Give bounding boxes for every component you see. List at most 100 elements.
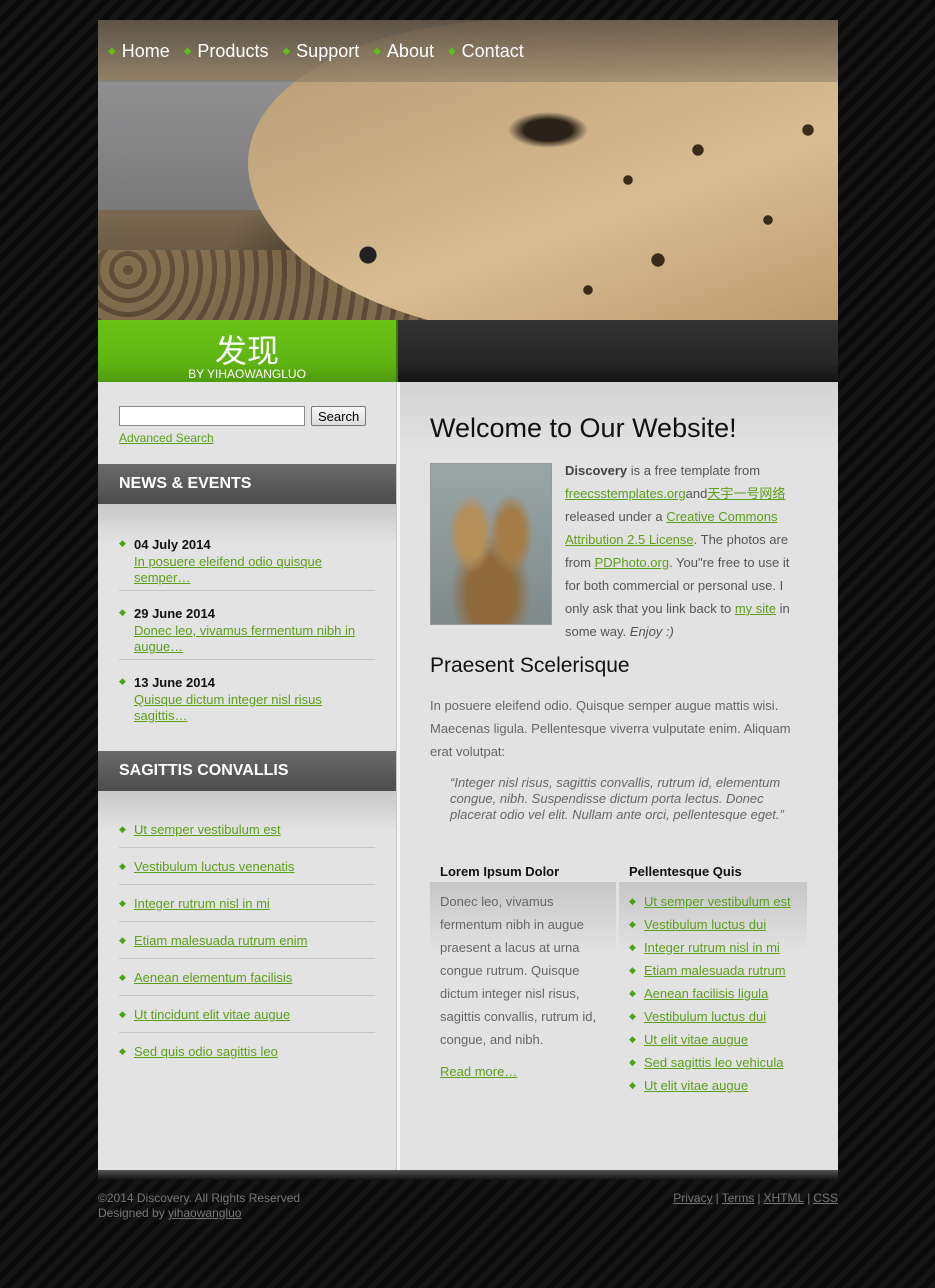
logo-strip-right bbox=[398, 320, 838, 382]
section-paragraph: In posuere eleifend odio. Quisque semper… bbox=[430, 698, 791, 759]
page-title: Welcome to Our Website! bbox=[430, 413, 737, 443]
page-body: Search Advanced Search NEWS & EVENTS ◆ 04… bbox=[98, 382, 838, 1170]
list-item: ◆ Ut elit vitae augue bbox=[629, 1074, 797, 1097]
list-item: ◆ Vestibulum luctus dui bbox=[629, 1005, 797, 1028]
nav-item-support[interactable]: ◆ Support bbox=[282, 20, 359, 82]
separator: | bbox=[715, 1191, 719, 1205]
main-content: Welcome to Our Website! Discovery is a f… bbox=[400, 382, 838, 1170]
blockquote: “Integer nisl risus, sagittis convallis,… bbox=[450, 775, 784, 822]
news-item: ◆ 29 June 2014 Donec leo, vivamus fermentu… bbox=[119, 591, 375, 660]
column-link[interactable]: Ut elit vitae augue bbox=[644, 1078, 748, 1093]
search-input[interactable] bbox=[119, 406, 305, 426]
column-pellentesque: Pellentesque Quis ◆ Ut semper vestibulum … bbox=[619, 854, 807, 1097]
intro-text: is a free template from bbox=[627, 463, 761, 478]
site-wrapper: ◆ Home ◆ Products ◆ Support ◆ About ◆ Contact… bbox=[98, 20, 838, 1220]
copyright-text: ©2014 Discovery. All Rights Reserved bbox=[98, 1191, 301, 1205]
news-link[interactable]: Donec leo, vivamus fermentum nibh in aug… bbox=[134, 623, 375, 655]
column-link[interactable]: Aenean facilisis ligula bbox=[644, 986, 768, 1001]
footer-link-xhtml[interactable]: XHTML bbox=[764, 1191, 805, 1205]
tianyu-link[interactable]: 天宇一号网络 bbox=[707, 486, 785, 501]
nav-item-contact[interactable]: ◆ Contact bbox=[448, 20, 524, 82]
search-button[interactable]: Search bbox=[311, 406, 367, 426]
header-banner: ◆ Home ◆ Products ◆ Support ◆ About ◆ Contact bbox=[98, 20, 838, 320]
sidebar-link[interactable]: Ut tincidunt elit vitae augue bbox=[134, 1007, 290, 1022]
site-byline: BY YIHAOWANGLUO bbox=[188, 367, 306, 381]
sidebar-link[interactable]: Vestibulum luctus venenatis bbox=[134, 859, 294, 874]
pdphoto-link[interactable]: PDPhoto.org bbox=[595, 555, 669, 570]
sidebar-link-item: ◆ Sed quis odio sagittis leo bbox=[119, 1033, 375, 1070]
news-link[interactable]: In posuere eleifend odio quisque semper… bbox=[134, 554, 375, 586]
column-title: Pellentesque Quis bbox=[629, 864, 742, 879]
footer-links: Privacy | Terms | XHTML | CSS bbox=[673, 1191, 838, 1205]
arrow-right-icon: ◆ bbox=[119, 972, 126, 982]
freecsstemplates-link[interactable]: freecsstemplates.org bbox=[565, 486, 686, 501]
footer-link-css[interactable]: CSS bbox=[813, 1191, 838, 1205]
column-link[interactable]: Sed sagittis leo vehicula bbox=[644, 1055, 783, 1070]
arrow-right-icon: ◆ bbox=[629, 965, 636, 975]
footer-credits: ©2014 Discovery. All Rights Reserved Des… bbox=[98, 1191, 300, 1221]
site-title[interactable]: 发现 bbox=[98, 326, 396, 372]
my-site-link[interactable]: my site bbox=[735, 601, 776, 616]
nav-item-about[interactable]: ◆ About bbox=[373, 20, 434, 82]
news-date: 29 June 2014 bbox=[134, 606, 215, 621]
arrow-right-icon: ◆ bbox=[629, 1080, 636, 1090]
list-item: ◆ Ut elit vitae augue bbox=[629, 1028, 797, 1051]
list-item: ◆ Vestibulum luctus dui bbox=[629, 913, 797, 936]
advanced-search-link[interactable]: Advanced Search bbox=[119, 431, 214, 445]
main-nav: ◆ Home ◆ Products ◆ Support ◆ About ◆ Contact bbox=[98, 20, 838, 82]
nav-link-about[interactable]: About bbox=[387, 41, 434, 62]
news-link[interactable]: Quisque dictum integer nisl risus sagitt… bbox=[134, 692, 375, 724]
nav-link-contact[interactable]: Contact bbox=[462, 41, 524, 62]
intro-text: and bbox=[685, 486, 708, 501]
search-form: Search bbox=[119, 406, 367, 426]
nav-item-products[interactable]: ◆ Products bbox=[184, 20, 269, 82]
sidebar-link-item: ◆ Integer rutrum nisl in mi bbox=[119, 885, 375, 922]
column-link[interactable]: Vestibulum luctus dui bbox=[644, 1009, 766, 1024]
sidebar: Search Advanced Search NEWS & EVENTS ◆ 04… bbox=[98, 382, 396, 1170]
arrow-right-icon: ◆ bbox=[629, 896, 636, 906]
column-link[interactable]: Ut semper vestibulum est bbox=[644, 894, 791, 909]
list-item: ◆ Sed sagittis leo vehicula bbox=[629, 1051, 797, 1074]
intro-paragraph: Discovery is a free template from freecs… bbox=[565, 459, 801, 643]
nav-link-home[interactable]: Home bbox=[122, 41, 170, 62]
news-item: ◆ 13 June 2014 Quisque dictum integer nisl… bbox=[119, 660, 375, 729]
sidebar-link[interactable]: Etiam malesuada rutrum enim bbox=[134, 933, 307, 948]
designer-link[interactable]: yihaowangluo bbox=[168, 1206, 241, 1220]
separator: | bbox=[757, 1191, 761, 1205]
sidebar-link[interactable]: Aenean elementum facilisis bbox=[134, 970, 292, 985]
brand-name: Discovery bbox=[565, 463, 628, 478]
sidebar-link[interactable]: Integer rutrum nisl in mi bbox=[134, 896, 270, 911]
footer-link-terms[interactable]: Terms bbox=[722, 1191, 755, 1205]
news-item: ◆ 04 July 2014 In posuere eleifend odio qu… bbox=[119, 522, 375, 591]
arrow-right-icon: ◆ bbox=[119, 898, 126, 908]
column-link[interactable]: Etiam malesuada rutrum bbox=[644, 963, 786, 978]
column-text: Donec leo, vivamus fermentum nibh in aug… bbox=[440, 894, 597, 1047]
read-more-link[interactable]: Read more… bbox=[440, 1064, 517, 1079]
column-link[interactable]: Vestibulum luctus dui bbox=[644, 917, 766, 932]
nav-item-home[interactable]: ◆ Home bbox=[108, 20, 170, 82]
arrow-right-icon: ◆ bbox=[119, 1046, 126, 1056]
sidebar-link-item: ◆ Etiam malesuada rutrum enim bbox=[119, 922, 375, 959]
list-item: ◆ Etiam malesuada rutrum bbox=[629, 959, 797, 982]
column-link[interactable]: Ut elit vitae augue bbox=[644, 1032, 748, 1047]
sidebar-link-item: ◆ Aenean elementum facilisis bbox=[119, 959, 375, 996]
nav-link-support[interactable]: Support bbox=[296, 41, 359, 62]
arrow-right-icon: ◆ bbox=[119, 538, 126, 548]
sidebar-link-item: ◆ Vestibulum luctus venenatis bbox=[119, 848, 375, 885]
arrow-right-icon: ◆ bbox=[183, 45, 192, 57]
column-link[interactable]: Integer rutrum nisl in mi bbox=[644, 940, 780, 955]
arrow-right-icon: ◆ bbox=[629, 1057, 636, 1067]
sidebar-link-item: ◆ Ut semper vestibulum est bbox=[119, 811, 375, 848]
column-links: ◆ Ut semper vestibulum est ◆ Vestibulum lu… bbox=[629, 890, 797, 1097]
arrow-right-icon: ◆ bbox=[119, 824, 126, 834]
nav-link-products[interactable]: Products bbox=[197, 41, 268, 62]
designed-by-label: Designed by bbox=[98, 1206, 169, 1220]
sidebar-link[interactable]: Ut semper vestibulum est bbox=[134, 822, 281, 837]
logo-strip: 发现 BY YIHAOWANGLUO bbox=[98, 320, 838, 382]
sidebar-link[interactable]: Sed quis odio sagittis leo bbox=[134, 1044, 278, 1059]
footer-link-privacy[interactable]: Privacy bbox=[673, 1191, 712, 1205]
sagittis-links-list: ◆ Ut semper vestibulum est ◆ Vestibulum lu… bbox=[119, 811, 375, 1070]
arrow-right-icon: ◆ bbox=[629, 942, 636, 952]
separator: | bbox=[807, 1191, 811, 1205]
arrow-right-icon: ◆ bbox=[629, 919, 636, 929]
